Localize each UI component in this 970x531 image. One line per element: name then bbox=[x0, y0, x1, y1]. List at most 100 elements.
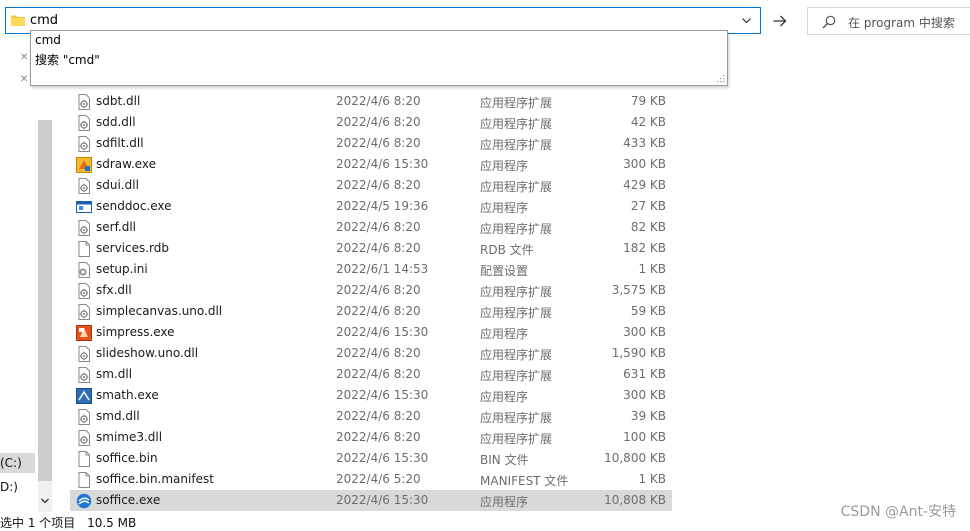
file-name: senddoc.exe bbox=[96, 199, 172, 213]
file-name: services.rdb bbox=[96, 241, 170, 255]
file-list: sdbt.dll 2022/4/6 8:20 应用程序扩展 79 KB sdd.dll 2… bbox=[70, 91, 672, 511]
file-row[interactable]: setup.ini 2022/6/1 14:53 配置设置 1 KB bbox=[70, 259, 672, 280]
file-row[interactable]: soffice.exe 2022/4/6 15:30 应用程序 10,808 KB bbox=[70, 490, 672, 511]
file-row[interactable]: slideshow.uno.dll 2022/4/6 8:20 应用程序扩展 1,59… bbox=[70, 343, 672, 364]
file-row[interactable]: sdui.dll 2022/4/6 8:20 应用程序扩展 429 KB bbox=[70, 175, 672, 196]
file-type: 应用程序 bbox=[480, 159, 529, 173]
file-date: 2022/4/6 8:20 bbox=[336, 346, 421, 360]
dll-icon bbox=[76, 136, 92, 152]
file-date: 2022/4/6 8:20 bbox=[336, 241, 421, 255]
search-icon bbox=[822, 15, 836, 29]
watermark: CSDN @Ant-安特 bbox=[840, 504, 956, 520]
drive-label: D:) bbox=[0, 480, 18, 494]
address-input[interactable] bbox=[30, 11, 730, 30]
file-size: 42 KB bbox=[630, 115, 666, 129]
dll-icon bbox=[76, 367, 92, 383]
file-size: 1,590 KB bbox=[611, 346, 666, 360]
file-type: 应用程序扩展 bbox=[480, 411, 553, 425]
file-row[interactable]: sdd.dll 2022/4/6 8:20 应用程序扩展 42 KB bbox=[70, 112, 672, 133]
file-type: 应用程序扩展 bbox=[480, 432, 553, 446]
file-row[interactable]: senddoc.exe 2022/4/5 19:36 应用程序 27 KB bbox=[70, 196, 672, 217]
dll-icon bbox=[76, 220, 92, 236]
file-date: 2022/4/5 19:36 bbox=[336, 199, 429, 213]
folder-icon bbox=[11, 15, 25, 26]
pin-icon[interactable]: ✕ bbox=[20, 74, 28, 85]
file-type: MANIFEST 文件 bbox=[480, 474, 569, 488]
file-row[interactable]: simpress.exe 2022/4/6 15:30 应用程序 300 KB bbox=[70, 322, 672, 343]
chevron-down-icon[interactable] bbox=[741, 15, 752, 26]
file-date: 2022/4/6 8:20 bbox=[336, 220, 421, 234]
file-date: 2022/4/6 8:20 bbox=[336, 94, 421, 108]
file-type: 应用程序 bbox=[480, 327, 529, 341]
file-date: 2022/4/6 15:30 bbox=[336, 493, 429, 507]
soffice-exe-icon bbox=[76, 493, 92, 509]
dll-icon bbox=[76, 346, 92, 362]
dll-icon bbox=[76, 430, 92, 446]
file-type: 应用程序 bbox=[480, 495, 529, 509]
draw-exe-icon bbox=[76, 157, 92, 173]
file-row[interactable]: soffice.bin 2022/4/6 15:30 BIN 文件 10,800 KB bbox=[70, 448, 672, 469]
scrollbar-thumb[interactable] bbox=[38, 120, 52, 481]
nav-item-drive-d[interactable]: D:) bbox=[0, 480, 18, 494]
window-exe-icon bbox=[76, 199, 92, 215]
file-name: soffice.bin bbox=[96, 451, 158, 465]
file-type: 应用程序 bbox=[480, 390, 529, 404]
math-exe-icon bbox=[76, 388, 92, 404]
file-name: simplecanvas.uno.dll bbox=[96, 304, 223, 318]
file-size: 100 KB bbox=[623, 430, 666, 444]
nav-item-drive-c[interactable]: (C:) bbox=[0, 453, 35, 473]
file-date: 2022/4/6 8:20 bbox=[336, 115, 421, 129]
file-name: slideshow.uno.dll bbox=[96, 346, 199, 360]
file-date: 2022/6/1 14:53 bbox=[336, 262, 429, 276]
file-row[interactable]: sdfilt.dll 2022/4/6 8:20 应用程序扩展 433 KB bbox=[70, 133, 672, 154]
suggestion-item[interactable]: 搜索 "cmd" bbox=[35, 51, 100, 68]
file-date: 2022/4/6 8:20 bbox=[336, 367, 421, 381]
file-size: 300 KB bbox=[623, 157, 666, 171]
file-type: 应用程序扩展 bbox=[480, 222, 553, 236]
file-row[interactable]: sm.dll 2022/4/6 8:20 应用程序扩展 631 KB bbox=[70, 364, 672, 385]
pin-icon[interactable]: ✕ bbox=[20, 52, 28, 63]
status-selected: 选中 1 个项目 bbox=[0, 516, 76, 530]
file-type: 配置设置 bbox=[480, 264, 529, 278]
file-row[interactable]: serf.dll 2022/4/6 8:20 应用程序扩展 82 KB bbox=[70, 217, 672, 238]
file-row[interactable]: sdraw.exe 2022/4/6 15:30 应用程序 300 KB bbox=[70, 154, 672, 175]
file-type: 应用程序扩展 bbox=[480, 369, 553, 383]
dll-icon bbox=[76, 283, 92, 299]
scroll-down-icon[interactable] bbox=[41, 498, 49, 504]
file-name: sdui.dll bbox=[96, 178, 139, 192]
file-name: smime3.dll bbox=[96, 430, 163, 444]
file-type: 应用程序 bbox=[480, 201, 529, 215]
nav-scrollbar[interactable] bbox=[38, 120, 52, 512]
file-name: smath.exe bbox=[96, 388, 159, 402]
blank-file-icon bbox=[76, 451, 92, 467]
file-size: 433 KB bbox=[623, 136, 666, 150]
file-name: smd.dll bbox=[96, 409, 140, 423]
file-date: 2022/4/6 8:20 bbox=[336, 409, 421, 423]
file-row[interactable]: smime3.dll 2022/4/6 8:20 应用程序扩展 100 KB bbox=[70, 427, 672, 448]
file-size: 429 KB bbox=[623, 178, 666, 192]
file-row[interactable]: simplecanvas.uno.dll 2022/4/6 8:20 应用程序扩展 5… bbox=[70, 301, 672, 322]
file-name: sfx.dll bbox=[96, 283, 132, 297]
file-row[interactable]: smath.exe 2022/4/6 15:30 应用程序 300 KB bbox=[70, 385, 672, 406]
file-name: serf.dll bbox=[96, 220, 137, 234]
go-button[interactable] bbox=[766, 8, 794, 34]
file-row[interactable]: smd.dll 2022/4/6 8:20 应用程序扩展 39 KB bbox=[70, 406, 672, 427]
file-date: 2022/4/6 8:20 bbox=[336, 136, 421, 150]
file-row[interactable]: sdbt.dll 2022/4/6 8:20 应用程序扩展 79 KB bbox=[70, 91, 672, 112]
search-placeholder: 在 program 中搜索 bbox=[848, 16, 955, 30]
file-size: 1 KB bbox=[638, 472, 666, 486]
blank-file-icon bbox=[76, 241, 92, 257]
impress-exe-icon bbox=[76, 325, 92, 341]
ini-file-icon bbox=[76, 262, 92, 278]
suggestion-item[interactable]: cmd bbox=[35, 33, 61, 47]
file-row[interactable]: sfx.dll 2022/4/6 8:20 应用程序扩展 3,575 KB bbox=[70, 280, 672, 301]
resize-grip-icon[interactable] bbox=[717, 75, 725, 83]
file-date: 2022/4/6 8:20 bbox=[336, 430, 421, 444]
file-name: soffice.bin.manifest bbox=[96, 472, 214, 486]
search-box[interactable]: 在 program 中搜索 bbox=[807, 7, 970, 35]
file-size: 10,800 KB bbox=[604, 451, 666, 465]
file-date: 2022/4/6 5:20 bbox=[336, 472, 421, 486]
file-size: 300 KB bbox=[623, 325, 666, 339]
file-row[interactable]: services.rdb 2022/4/6 8:20 RDB 文件 182 KB bbox=[70, 238, 672, 259]
file-row[interactable]: soffice.bin.manifest 2022/4/6 5:20 MANIFES… bbox=[70, 469, 672, 490]
